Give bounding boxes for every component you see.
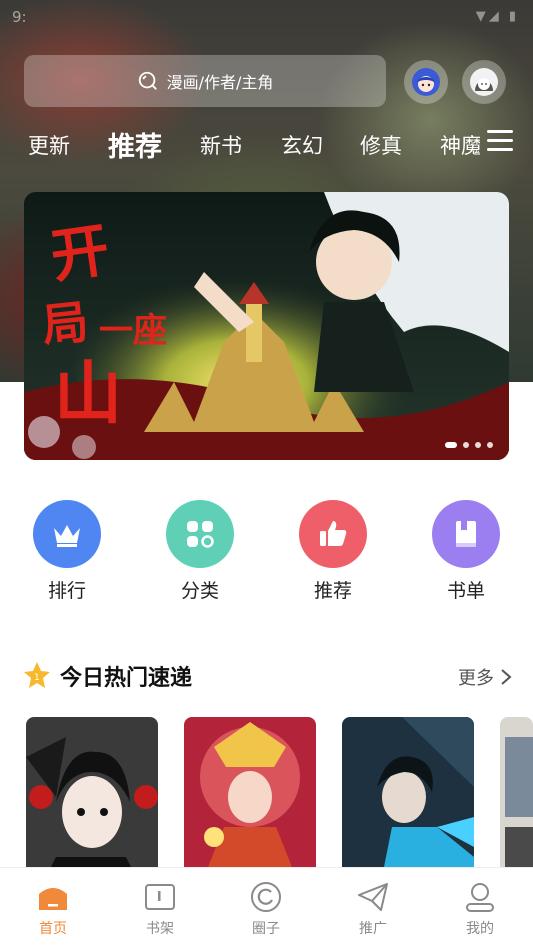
quick-link-ranking[interactable]: 排行 — [27, 500, 107, 603]
user-avatar-button[interactable] — [462, 60, 506, 104]
nav-circle[interactable]: 圈子 — [226, 880, 306, 938]
svg-text:开: 开 — [46, 215, 113, 290]
quick-link-label: 排行 — [47, 580, 86, 602]
svg-text:一座: 一座 — [99, 311, 167, 351]
carousel-indicator — [445, 442, 493, 448]
quick-link-recommend[interactable]: 推荐 — [293, 500, 373, 603]
carousel-dot — [475, 442, 481, 448]
chevron-right-icon — [501, 669, 512, 685]
bottom-navigation: 首页 书架 圈子 推广 我的 — [0, 867, 533, 948]
nav-label: 推广 — [359, 921, 387, 937]
user-avatar-icon — [470, 68, 498, 96]
more-label: 更多 — [458, 668, 494, 689]
comic-cover[interactable] — [500, 717, 533, 877]
tab-fantasy[interactable]: 玄幻 — [281, 130, 323, 160]
tab-cultivation[interactable]: 修真 — [360, 130, 402, 160]
svg-text:局: 局 — [40, 294, 91, 353]
quick-link-label: 书单 — [446, 580, 485, 602]
book-icon — [456, 521, 476, 547]
send-icon — [358, 883, 388, 911]
search-input[interactable]: 漫画/作者/主角 — [24, 55, 386, 107]
more-link[interactable]: 更多 — [458, 664, 512, 690]
banner-artwork: 开 局 一座 山 — [24, 192, 509, 460]
category-tabs: 更新 推荐 新书 玄幻 修真 神魔 — [0, 120, 533, 170]
recommend-circle — [299, 500, 367, 568]
nav-label: 圈子 — [252, 921, 280, 937]
tab-update[interactable]: 更新 — [28, 130, 70, 160]
nav-bookshelf[interactable]: 书架 — [120, 880, 200, 938]
comic-cover[interactable] — [26, 717, 158, 877]
nav-profile[interactable]: 我的 — [440, 880, 520, 938]
status-bar: 9: ▼◢ ▮ — [0, 0, 533, 36]
comic-cover-art — [342, 717, 474, 877]
nav-label: 书架 — [146, 921, 174, 937]
quick-link-category[interactable]: 分类 — [160, 500, 240, 603]
tab-recommend[interactable]: 推荐 — [108, 125, 162, 164]
home-icon — [39, 888, 67, 910]
thumbs-up-icon — [320, 521, 347, 546]
search-icon — [138, 71, 157, 90]
svg-text:山: 山 — [54, 354, 122, 434]
tab-new-books[interactable]: 新书 — [200, 130, 242, 160]
booklist-circle — [432, 500, 500, 568]
banner-carousel[interactable]: 开 局 一座 山 — [24, 192, 509, 460]
nav-promote[interactable]: 推广 — [333, 880, 413, 938]
girl-avatar-icon — [412, 68, 440, 96]
comic-cover[interactable] — [342, 717, 474, 877]
status-icons: ▼◢ ▮ — [475, 9, 519, 24]
comic-cover-art — [184, 717, 316, 877]
carousel-dot — [463, 442, 469, 448]
comic-cover-art — [26, 717, 158, 877]
section-title: 今日热门速递 — [60, 666, 193, 691]
crown-icon — [54, 525, 80, 547]
profile-icon — [466, 883, 494, 912]
carousel-dot — [487, 442, 493, 448]
quick-link-booklist[interactable]: 书单 — [426, 500, 506, 603]
menu-icon[interactable] — [487, 130, 513, 154]
girl-avatar-button[interactable] — [404, 60, 448, 104]
tab-gods-demons[interactable]: 神魔 — [440, 130, 480, 160]
status-time: 9: — [12, 8, 27, 26]
comic-cover-art — [500, 717, 533, 877]
search-placeholder: 漫画/作者/主角 — [166, 73, 274, 92]
category-icon — [187, 521, 214, 548]
nav-home[interactable]: 首页 — [13, 880, 93, 938]
nav-label: 首页 — [39, 921, 67, 937]
svg-text:1: 1 — [34, 673, 40, 683]
quick-link-label: 分类 — [180, 580, 219, 602]
comic-cover[interactable] — [184, 717, 316, 877]
carousel-dot-active — [445, 442, 457, 448]
quick-link-label: 推荐 — [313, 580, 352, 602]
nav-label: 我的 — [466, 921, 494, 937]
category-circle — [166, 500, 234, 568]
circle-icon — [251, 882, 281, 912]
ranking-circle — [33, 500, 101, 568]
star-icon: 1 — [24, 662, 50, 688]
bookshelf-icon — [145, 884, 175, 910]
hot-section-header: 1 今日热门速递 更多 — [22, 658, 512, 694]
